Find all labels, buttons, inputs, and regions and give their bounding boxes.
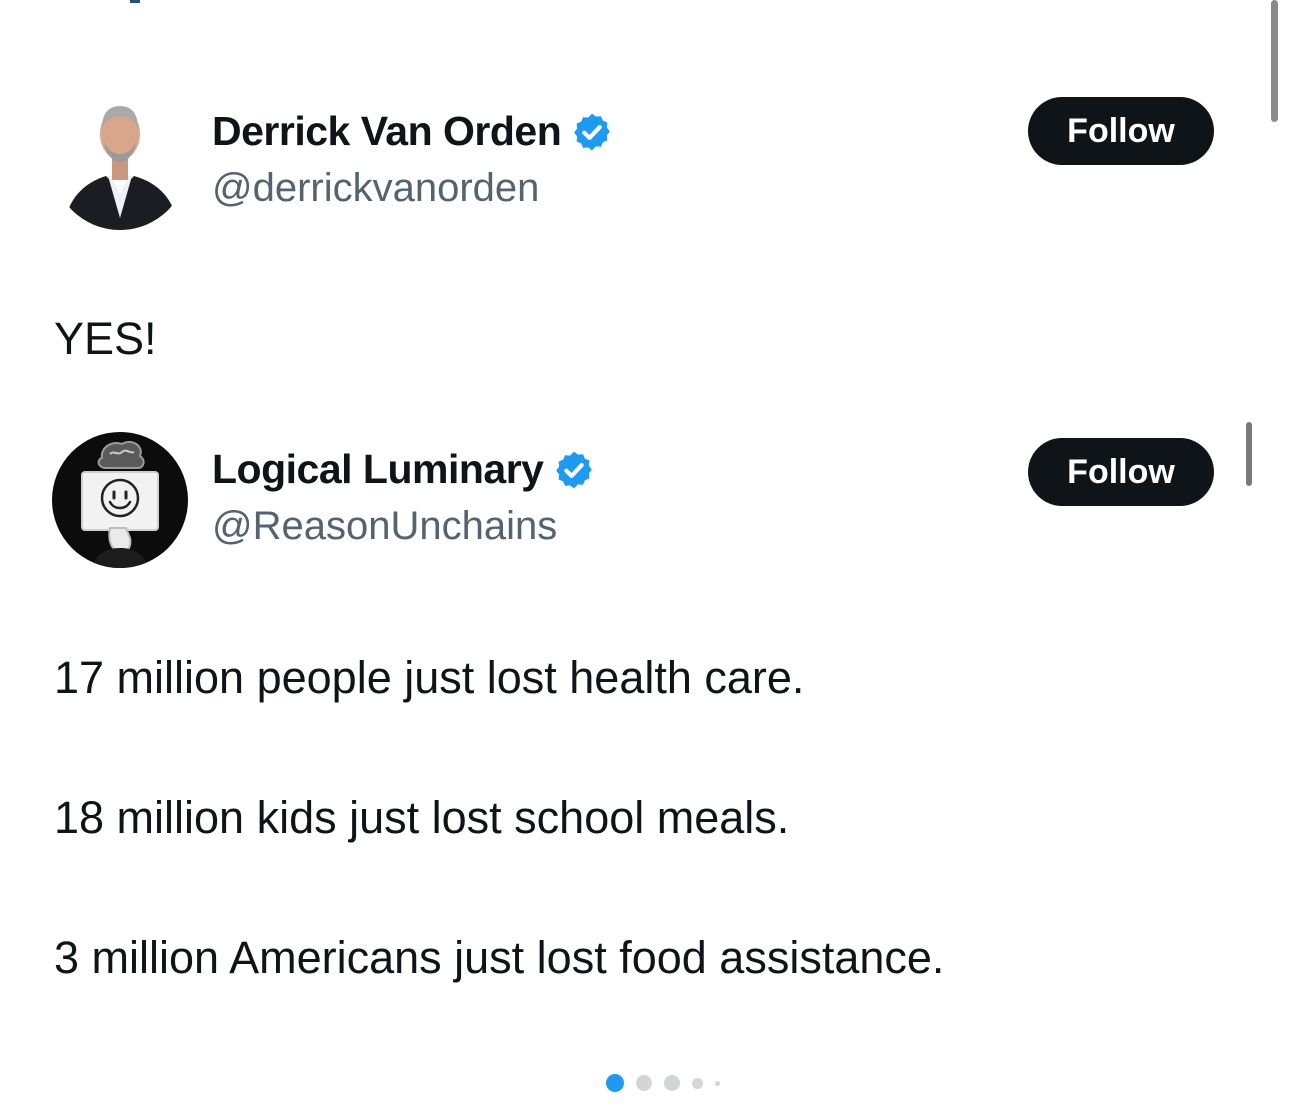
display-name-text[interactable]: Logical Luminary [212,446,544,493]
top-edge-mark [130,0,140,3]
post-text-line: 3 million Americans just lost food assis… [54,932,945,983]
verified-badge-icon[interactable] [553,449,595,491]
avatar[interactable] [52,432,188,568]
pager-dot[interactable] [692,1077,703,1089]
post-text-line: 18 million kids just lost school meals. [54,792,790,843]
avatar-smiley-sign-image [52,432,188,568]
pager-dot[interactable] [636,1075,652,1091]
pager-dot[interactable] [715,1080,720,1086]
avatar[interactable] [52,94,188,230]
avatar-portrait-image [52,94,188,230]
post-text-line: 17 million people just lost health care. [54,652,805,703]
display-name[interactable]: Logical Luminary [212,446,595,493]
pager-dot[interactable] [664,1075,680,1091]
inner-scrollbar[interactable] [1246,422,1252,486]
handle[interactable]: @derrickvanorden [212,166,539,211]
follow-button[interactable]: Follow [1028,97,1214,165]
display-name-text[interactable]: Derrick Van Orden [212,108,562,155]
pager-dot-active[interactable] [606,1074,624,1092]
follow-button[interactable]: Follow [1028,438,1214,506]
display-name[interactable]: Derrick Van Orden [212,108,613,155]
verified-badge-icon[interactable] [571,111,613,153]
page-scrollbar[interactable] [1271,0,1278,122]
post-text: YES! [54,313,157,364]
handle[interactable]: @ReasonUnchains [212,504,557,549]
carousel-pager [606,1073,732,1093]
